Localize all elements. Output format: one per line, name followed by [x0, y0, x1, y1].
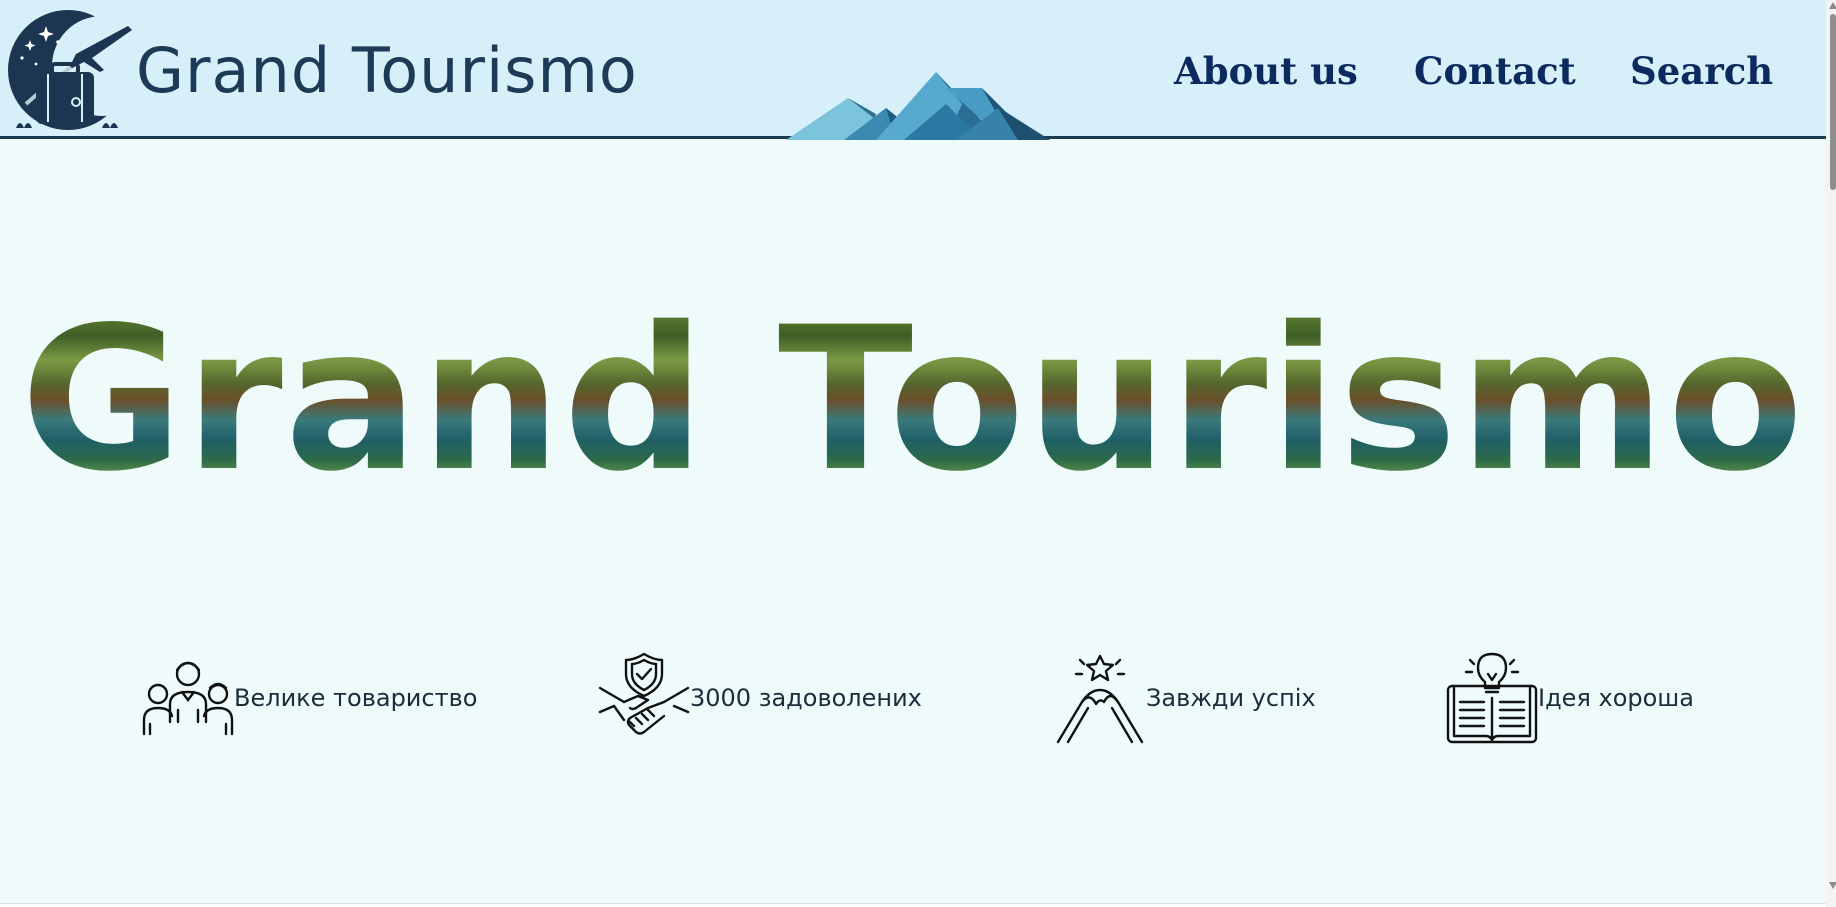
- feature-label: Велике товариство: [234, 684, 478, 712]
- site-header: Grand Tourismo About us Contact Search: [0, 0, 1826, 140]
- book-lightbulb-icon: [1446, 652, 1538, 744]
- nav-search[interactable]: Search: [1630, 44, 1773, 98]
- page: Grand Tourismo About us Contact Search G…: [0, 0, 1827, 904]
- nav-about-us[interactable]: About us: [1174, 44, 1358, 98]
- feature-item: 3000 задоволених: [598, 652, 922, 744]
- mountain-star-icon: [1056, 654, 1144, 744]
- scroll-up-arrow-icon[interactable]: [1829, 2, 1836, 9]
- feature-item: Ідея хороша: [1446, 652, 1694, 744]
- brand-title[interactable]: Grand Tourismo: [136, 30, 638, 112]
- nav-contact[interactable]: Contact: [1414, 44, 1576, 98]
- feature-label: Ідея хороша: [1538, 684, 1694, 712]
- feature-item: Велике товариство: [142, 652, 477, 744]
- feature-label: Завжди успіх: [1146, 684, 1316, 712]
- hero-title: Grand Tourismo: [20, 284, 1806, 515]
- mountains-icon: [786, 72, 1050, 140]
- travel-suitcase-plane-logo-icon[interactable]: [6, 8, 136, 132]
- people-group-icon: [142, 661, 234, 736]
- hero-section: Grand Tourismo: [0, 300, 1826, 500]
- feature-label: 3000 задоволених: [690, 684, 922, 712]
- feature-item: Завжди успіх: [1054, 652, 1316, 744]
- handshake-shield-icon: [598, 652, 690, 735]
- scrollbar-thumb[interactable]: [1830, 14, 1836, 190]
- scroll-down-arrow-icon[interactable]: [1829, 882, 1836, 889]
